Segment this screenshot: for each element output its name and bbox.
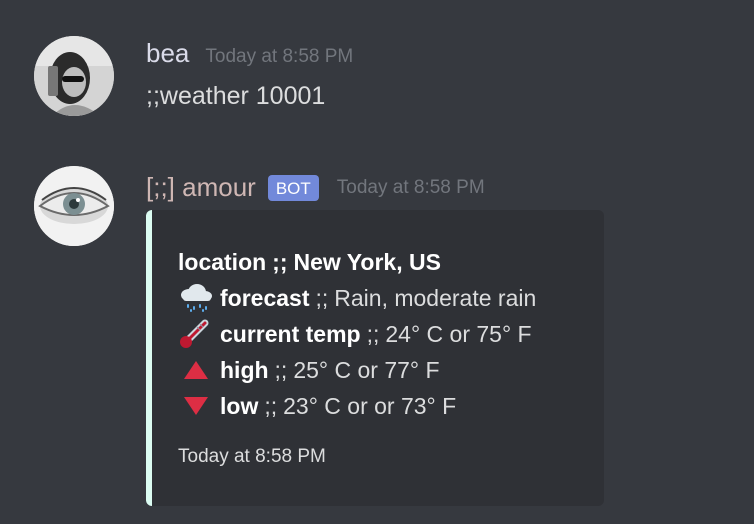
message-header: bea Today at 8:58 PM <box>146 38 353 69</box>
forecast-label: forecast <box>220 284 310 311</box>
embed-body: location ;; New York, US forecast ;; Rai… <box>178 244 588 424</box>
high-value: 25° C or 77° F <box>293 356 440 383</box>
low-field: low ;; 23° C or or 73° F <box>178 388 588 424</box>
embed-title: location ;; New York, US <box>178 244 588 280</box>
thermometer-icon <box>178 319 214 349</box>
timestamp[interactable]: Today at 8:58 PM <box>205 46 353 68</box>
message-header: [;;] amour BOT Today at 8:58 PM <box>146 172 485 203</box>
low-separator: ;; <box>264 392 278 419</box>
high-field: high ;; 25° C or 77° F <box>178 352 588 388</box>
forecast-value: Rain, moderate rain <box>334 284 537 311</box>
bot-badge: BOT <box>267 174 319 201</box>
avatar[interactable] <box>34 36 114 116</box>
low-label: low <box>220 392 259 419</box>
high-separator: ;; <box>274 356 288 383</box>
forecast-separator: ;; <box>315 284 329 311</box>
current-temp-value: 24° C or 75° F <box>385 320 532 347</box>
location-label: location <box>178 248 267 275</box>
message-amour: [;;] amour BOT Today at 8:58 PM location… <box>0 160 754 524</box>
rain-cloud-icon <box>178 283 214 313</box>
message-bea: bea Today at 8:58 PM ;;weather 10001 <box>0 0 754 160</box>
avatar-photo <box>34 36 114 116</box>
high-label: high <box>220 356 269 383</box>
weather-embed: location ;; New York, US forecast ;; Rai… <box>146 210 604 506</box>
low-value: 23° C or or 73° F <box>283 392 457 419</box>
up-triangle-icon <box>178 355 214 385</box>
current-temp-field: current temp ;; 24° C or 75° F <box>178 316 588 352</box>
message-content: ;;weather 10001 <box>146 82 326 110</box>
embed-footer-timestamp: Today at 8:58 PM <box>178 446 326 467</box>
avatar[interactable] <box>34 166 114 246</box>
location-separator: ;; <box>272 248 288 275</box>
down-triangle-icon <box>178 391 214 421</box>
current-temp-separator: ;; <box>366 320 380 347</box>
username[interactable]: bea <box>146 38 189 69</box>
location-value: New York, US <box>293 248 441 275</box>
avatar-photo <box>34 166 114 246</box>
timestamp[interactable]: Today at 8:58 PM <box>337 177 485 199</box>
embed-accent-bar <box>146 210 152 506</box>
forecast-field: forecast ;; Rain, moderate rain <box>178 280 588 316</box>
current-temp-label: current temp <box>220 320 361 347</box>
username[interactable]: [;;] amour <box>146 172 256 203</box>
